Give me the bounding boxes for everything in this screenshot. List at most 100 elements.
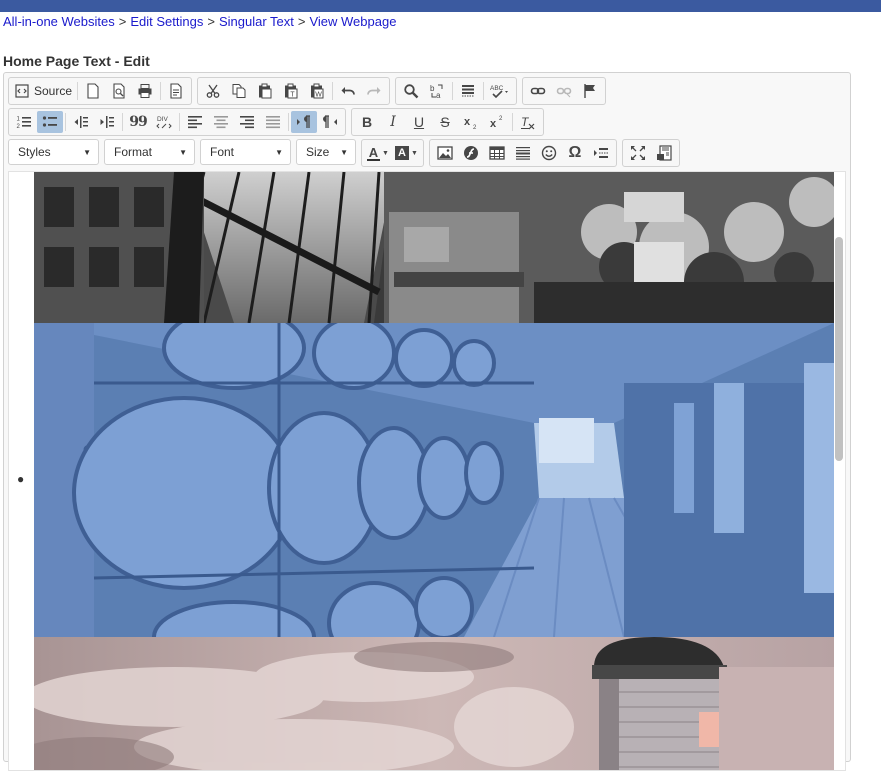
breadcrumb-view-webpage[interactable]: View Webpage	[309, 14, 396, 29]
undo-icon	[341, 87, 355, 95]
cut-button[interactable]	[200, 80, 226, 102]
special-character-button[interactable]: Ω	[562, 142, 588, 164]
svg-text:2: 2	[473, 125, 477, 130]
background-color-button[interactable]: A ▼	[392, 142, 421, 164]
editor-content-area[interactable]: ●	[8, 171, 846, 771]
find-button[interactable]	[398, 80, 424, 102]
justify-button[interactable]	[260, 111, 286, 133]
table-button[interactable]	[484, 142, 510, 164]
horizontal-line-button[interactable]	[510, 142, 536, 164]
text-direction-ltr-button[interactable]	[291, 111, 317, 133]
architecture-image[interactable]	[34, 172, 834, 323]
blockquote-button[interactable]: 99	[125, 111, 151, 133]
undo-button[interactable]	[335, 80, 361, 102]
page-break-button[interactable]	[588, 142, 614, 164]
svg-text:T: T	[290, 92, 295, 99]
svg-text:x: x	[464, 116, 471, 128]
anchor-button[interactable]	[577, 80, 603, 102]
smiley-icon	[541, 145, 557, 161]
chevron-down-icon: ▼	[340, 147, 348, 157]
size-dropdown[interactable]: Size ▼	[296, 139, 356, 165]
top-bar	[0, 0, 881, 12]
breadcrumb-all-in-one-websites[interactable]: All-in-one Websites	[3, 14, 115, 29]
create-div-button[interactable]: DIV	[151, 111, 177, 133]
select-all-button[interactable]	[455, 80, 481, 102]
omega-icon: Ω	[568, 144, 582, 161]
spellcheck-button[interactable]: ABC	[486, 80, 514, 102]
superscript-button[interactable]: x2	[484, 111, 510, 133]
toolbar-separator	[77, 82, 79, 100]
paste-text-button[interactable]: T	[278, 80, 304, 102]
align-center-icon	[214, 116, 228, 129]
breadcrumb-singular-text[interactable]: Singular Text	[219, 14, 294, 29]
lighthouse-image[interactable]	[34, 637, 834, 770]
bulleted-list-button[interactable]	[37, 111, 63, 133]
toolbar-separator	[512, 113, 513, 131]
architecture-image-graphic	[34, 172, 834, 323]
link-button[interactable]	[525, 80, 551, 102]
links-group	[522, 77, 607, 105]
bulleted-list-icon	[42, 116, 57, 127]
basic-styles-group: B I U S x2 x2 T	[351, 108, 544, 136]
svg-text:1: 1	[17, 117, 21, 123]
font-dropdown[interactable]: Font ▼	[200, 139, 291, 165]
toolbar-separator	[160, 82, 162, 100]
source-label: Source	[34, 84, 73, 98]
subscript-button[interactable]: x2	[458, 111, 484, 133]
preview-button[interactable]	[106, 80, 132, 102]
show-blocks-button[interactable]	[651, 142, 677, 164]
maximize-icon	[630, 146, 645, 160]
bold-button[interactable]: B	[354, 111, 380, 133]
paragraph-group: 12 99 DIV	[8, 108, 346, 136]
decrease-indent-button[interactable]	[68, 111, 94, 133]
toolbar-row-1: Source T W b a ABC	[8, 77, 607, 105]
numbered-list-button[interactable]: 12	[11, 111, 37, 133]
maximize-button[interactable]	[625, 142, 651, 164]
copy-button[interactable]	[226, 80, 252, 102]
subscript-icon: x2	[464, 116, 477, 130]
paste-word-button[interactable]: W	[304, 80, 330, 102]
text-color-button[interactable]: A ▼	[364, 142, 392, 164]
replace-button[interactable]: ba	[424, 80, 450, 102]
barrel-warehouse-image[interactable]: 29	[34, 323, 834, 637]
svg-text:b: b	[430, 84, 435, 93]
breadcrumb: All-in-one Websites > Edit Settings > Singul…	[3, 14, 396, 29]
strikethrough-button[interactable]: S	[432, 111, 458, 133]
flash-button[interactable]	[458, 142, 484, 164]
source-button[interactable]: Source	[11, 80, 75, 102]
flag-icon	[584, 84, 596, 98]
breadcrumb-edit-settings[interactable]: Edit Settings	[130, 14, 203, 29]
new-page-button[interactable]	[80, 80, 106, 102]
vertical-scrollbar[interactable]	[835, 237, 843, 461]
styles-dropdown[interactable]: Styles ▼	[8, 139, 99, 165]
colors-group: A ▼ A ▼	[361, 139, 424, 167]
indent-icon	[100, 116, 114, 128]
preview-icon	[113, 83, 125, 99]
align-center-button[interactable]	[208, 111, 234, 133]
redo-button[interactable]	[361, 80, 387, 102]
image-icon	[437, 146, 453, 160]
text-color-swatch	[367, 158, 380, 161]
show-blocks-icon	[656, 145, 672, 161]
align-right-button[interactable]	[234, 111, 260, 133]
increase-indent-button[interactable]	[94, 111, 120, 133]
unlink-button[interactable]	[551, 80, 577, 102]
remove-format-button[interactable]: T	[515, 111, 541, 133]
spellcheck-icon: ABC	[490, 85, 509, 99]
underline-button[interactable]: U	[406, 111, 432, 133]
search-icon	[404, 84, 419, 99]
font-dropdown-label: Font	[210, 145, 235, 159]
smiley-button[interactable]	[536, 142, 562, 164]
align-left-icon	[188, 116, 202, 129]
link-icon	[530, 87, 546, 95]
paste-button[interactable]	[252, 80, 278, 102]
print-button[interactable]	[132, 80, 158, 102]
text-direction-rtl-button[interactable]	[317, 111, 343, 133]
format-dropdown[interactable]: Format ▼	[104, 139, 195, 165]
div-container-icon: DIV	[156, 116, 172, 129]
align-left-button[interactable]	[182, 111, 208, 133]
templates-button[interactable]	[163, 80, 189, 102]
image-button[interactable]	[432, 142, 458, 164]
flash-icon	[463, 146, 478, 160]
italic-button[interactable]: I	[380, 111, 406, 133]
